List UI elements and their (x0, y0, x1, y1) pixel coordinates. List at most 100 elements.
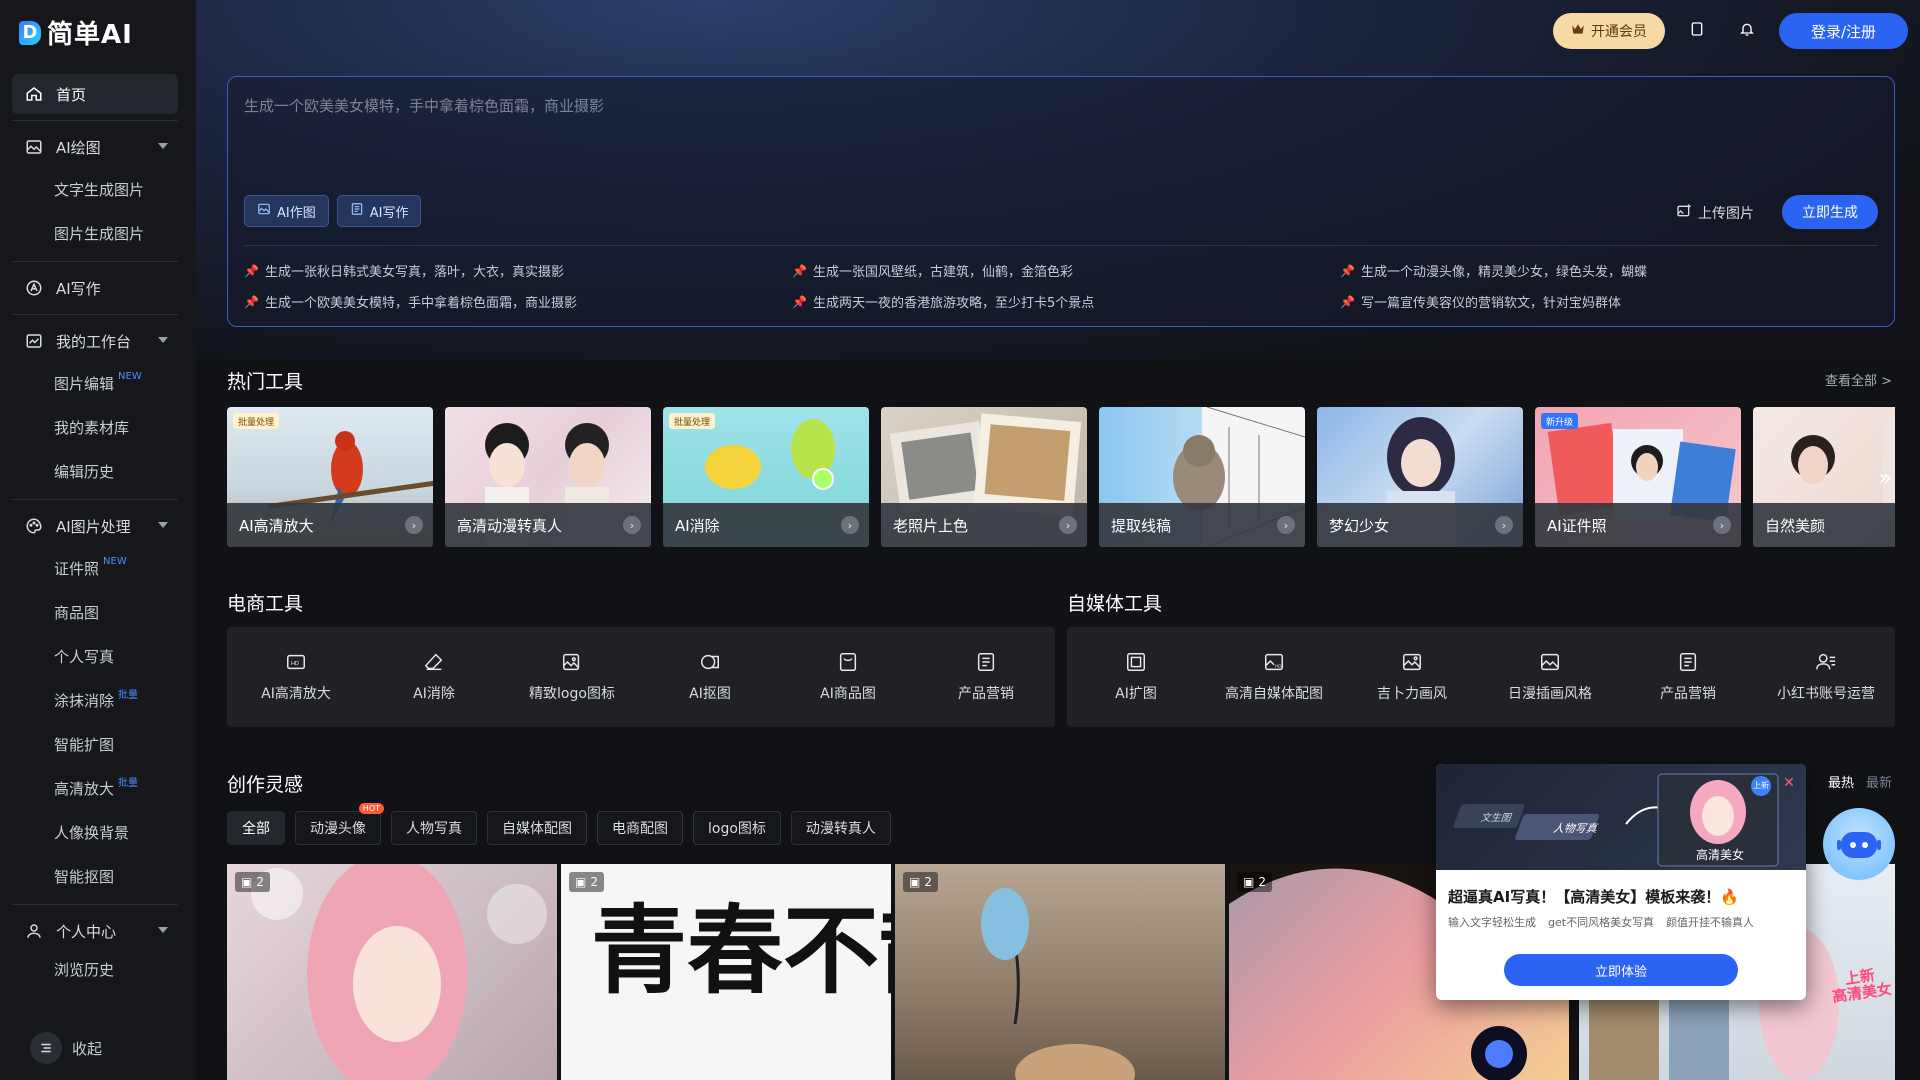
media-tool-xiaohongshu[interactable]: 小红书账号运营 (1757, 651, 1895, 703)
sidebar-item-home[interactable]: 首页 (12, 74, 178, 114)
document-icon (1679, 653, 1697, 671)
popup-preview-label: 高清美女 (1695, 848, 1744, 862)
gallery-card[interactable]: ▣ 2 (895, 864, 1225, 1080)
hd-icon: HD (287, 654, 305, 670)
ai-write-mode-button[interactable]: AI写作 (336, 195, 422, 227)
sidebar-subitem[interactable]: 编辑历史 (12, 449, 178, 493)
logo-mark-icon: D (19, 20, 41, 45)
sidebar-subitem[interactable]: 人像换背景 (12, 810, 178, 854)
sidebar-subitem[interactable]: 智能抠图 (12, 854, 178, 898)
generate-button[interactable]: 立即生成 (1782, 195, 1878, 229)
ecommerce-tool-hd-upscale[interactable]: HD AI高清放大 (227, 651, 365, 703)
tool-card[interactable]: 老照片上色 › (881, 407, 1087, 547)
sidebar-subitem[interactable]: 我的素材库 (12, 405, 178, 449)
vip-button[interactable]: 开通会员 (1552, 13, 1665, 49)
chip-logo[interactable]: logo图标 (693, 811, 781, 845)
scroll-right-icon[interactable]: » (1879, 466, 1892, 491)
login-button[interactable]: 登录/注册 (1778, 13, 1908, 49)
chip-media-image[interactable]: 自媒体配图 (487, 811, 587, 845)
sidebar-subitem[interactable]: 图片编辑 NEW (12, 361, 178, 405)
assistant-bot-button[interactable] (1823, 808, 1895, 880)
tool-card[interactable]: 提取线稿 › (1099, 407, 1305, 547)
image-count: ▣ 2 (235, 872, 270, 892)
tool-card[interactable]: 新升级 AI证件照 › (1535, 407, 1741, 547)
tool-card-label: AI消除 (675, 516, 720, 535)
chip-anime-avatar[interactable]: 动漫头像 HOT (295, 803, 384, 845)
tool-card-footer: AI证件照 › (1535, 503, 1741, 547)
sidebar-subitem[interactable]: 证件照 NEW (12, 546, 178, 590)
sidebar-subitem[interactable]: 涂抹消除 批量 (12, 678, 178, 722)
close-icon[interactable]: ✕ (1780, 774, 1798, 792)
collapse-button[interactable]: 收起 (30, 1032, 102, 1064)
suggestion-item[interactable]: 📌 生成一张秋日韩式美女写真，落叶，大衣，真实摄影 (244, 261, 792, 281)
tool-card[interactable]: 自然美颜 (1753, 407, 1895, 547)
chip-all[interactable]: 全部 (227, 811, 285, 845)
sidebar-item-ai-drawing[interactable]: AI绘图 (12, 127, 178, 167)
sidebar-subitem[interactable]: 文字生成图片 (12, 167, 178, 211)
tool-label: 吉卜力画风 (1377, 686, 1447, 702)
suggestion-item[interactable]: 📌 生成两天一夜的香港旅游攻略，至少打卡5个景点 (792, 292, 1340, 312)
document-icon (977, 653, 995, 671)
chip-anime-to-real[interactable]: 动漫转真人 (790, 811, 891, 845)
tool-card[interactable]: 高清动漫转真人 › (445, 407, 651, 547)
gallery-card[interactable]: 青春不散 ▣2 (561, 864, 891, 1080)
sort-new[interactable]: 最新 (1866, 772, 1892, 791)
suggestion-text: 生成一个动漫头像，精灵美少女，绿色头发，蝴蝶 (1360, 265, 1647, 280)
suggestion-item[interactable]: 📌 写一篇宣传美容仪的营销软文，针对宝妈群体 (1340, 292, 1884, 312)
prompt-input[interactable]: 生成一个欧美美女模特，手中拿着棕色面霜，商业摄影 (244, 95, 604, 116)
prompt-box[interactable]: 生成一个欧美美女模特，手中拿着棕色面霜，商业摄影 AI作图 AI写作 上传图片 … (227, 76, 1895, 327)
sidebar-subitem[interactable]: 高清放大 批量 (12, 766, 178, 810)
sidebar-subitem[interactable]: 图片生成图片 (12, 211, 178, 255)
ecommerce-tool-cutout[interactable]: AI抠图 (641, 651, 779, 703)
tool-label: 产品营销 (1660, 686, 1716, 702)
tool-card[interactable]: 批量处理 AI高清放大 › (227, 407, 433, 547)
sidebar-subitem[interactable]: 商品图 (12, 590, 178, 634)
suggestion-text: 生成一个欧美美女模特，手中拿着棕色面霜，商业摄影 (264, 296, 577, 311)
chip-ecommerce-image[interactable]: 电商配图 (597, 811, 683, 845)
try-now-button[interactable]: 立即体验 (1504, 954, 1738, 986)
image-edit-icon (563, 653, 580, 671)
sidebar-item-ai-writing[interactable]: AI写作 (12, 268, 178, 308)
ecommerce-tool-logo[interactable]: 精致logo图标 (503, 651, 641, 703)
arrow-right-icon: › (841, 516, 859, 534)
media-tool-expand[interactable]: AI扩图 (1067, 651, 1205, 703)
arrow-right-icon: › (623, 516, 641, 534)
ecommerce-tool-marketing[interactable]: 产品营销 (917, 651, 1055, 703)
suggestion-item[interactable]: 📌 生成一个欧美美女模特，手中拿着棕色面霜，商业摄影 (244, 292, 792, 312)
brand-logo[interactable]: D 简单AI (19, 14, 133, 51)
media-tool-anime-illustration[interactable]: 日漫插画风格 (1481, 651, 1619, 703)
sidebar-subitem[interactable]: 智能扩图 (12, 722, 178, 766)
divider (12, 120, 178, 121)
sort-hot[interactable]: 最热 (1828, 772, 1854, 791)
arrow-right-icon: › (405, 516, 423, 534)
sidebar-subitem[interactable]: 浏览历史 (12, 951, 178, 987)
chip-portrait[interactable]: 人物写真 (391, 811, 477, 845)
ecommerce-tools-panel: HD AI高清放大 AI消除 精致logo图标 AI抠图 AI商品图 产品营销 (227, 627, 1055, 727)
media-tool-ghibli[interactable]: 吉卜力画风 (1343, 651, 1481, 703)
batch-tag: 批量 (118, 689, 139, 701)
sidebar-item-workbench[interactable]: 我的工作台 (12, 321, 178, 361)
tool-card[interactable]: 梦幻少女 › (1317, 407, 1523, 547)
see-all-link[interactable]: 查看全部 > (1825, 370, 1892, 389)
pin-icon: 📌 (792, 263, 807, 278)
tool-card[interactable]: 批量处理 AI消除 › (663, 407, 869, 547)
notification-button[interactable] (1729, 13, 1765, 49)
bookmark-button[interactable] (1679, 13, 1715, 49)
arrow-right-icon: › (1495, 516, 1513, 534)
bookmark-icon (1689, 21, 1705, 41)
tool-label: AI扩图 (1115, 686, 1157, 702)
gallery-card[interactable]: ▣ 2 (227, 864, 557, 1080)
illustration-icon (1541, 653, 1559, 671)
upload-image-button[interactable]: 上传图片 (1676, 203, 1754, 223)
ecommerce-tool-erase[interactable]: AI消除 (365, 651, 503, 703)
suggestion-item[interactable]: 📌 生成一张国风壁纸，古建筑，仙鹤，金箔色彩 (792, 261, 1340, 281)
media-tool-marketing[interactable]: 产品营销 (1619, 651, 1757, 703)
ai-draw-mode-button[interactable]: AI作图 (244, 195, 329, 227)
ecommerce-tool-product-image[interactable]: AI商品图 (779, 651, 917, 703)
media-tool-hd-illustration[interactable]: HD 高清自媒体配图 (1205, 651, 1343, 703)
sidebar-item-image-processing[interactable]: AI图片处理 (12, 506, 178, 546)
sidebar-item-personal-center[interactable]: 个人中心 (12, 911, 178, 951)
suggestion-item[interactable]: 📌 生成一个动漫头像，精灵美少女，绿色头发，蝴蝶 (1340, 261, 1884, 281)
sidebar-subitem[interactable]: 个人写真 (12, 634, 178, 678)
popup-desc-item: get不同风格美女写真 (1548, 916, 1655, 929)
